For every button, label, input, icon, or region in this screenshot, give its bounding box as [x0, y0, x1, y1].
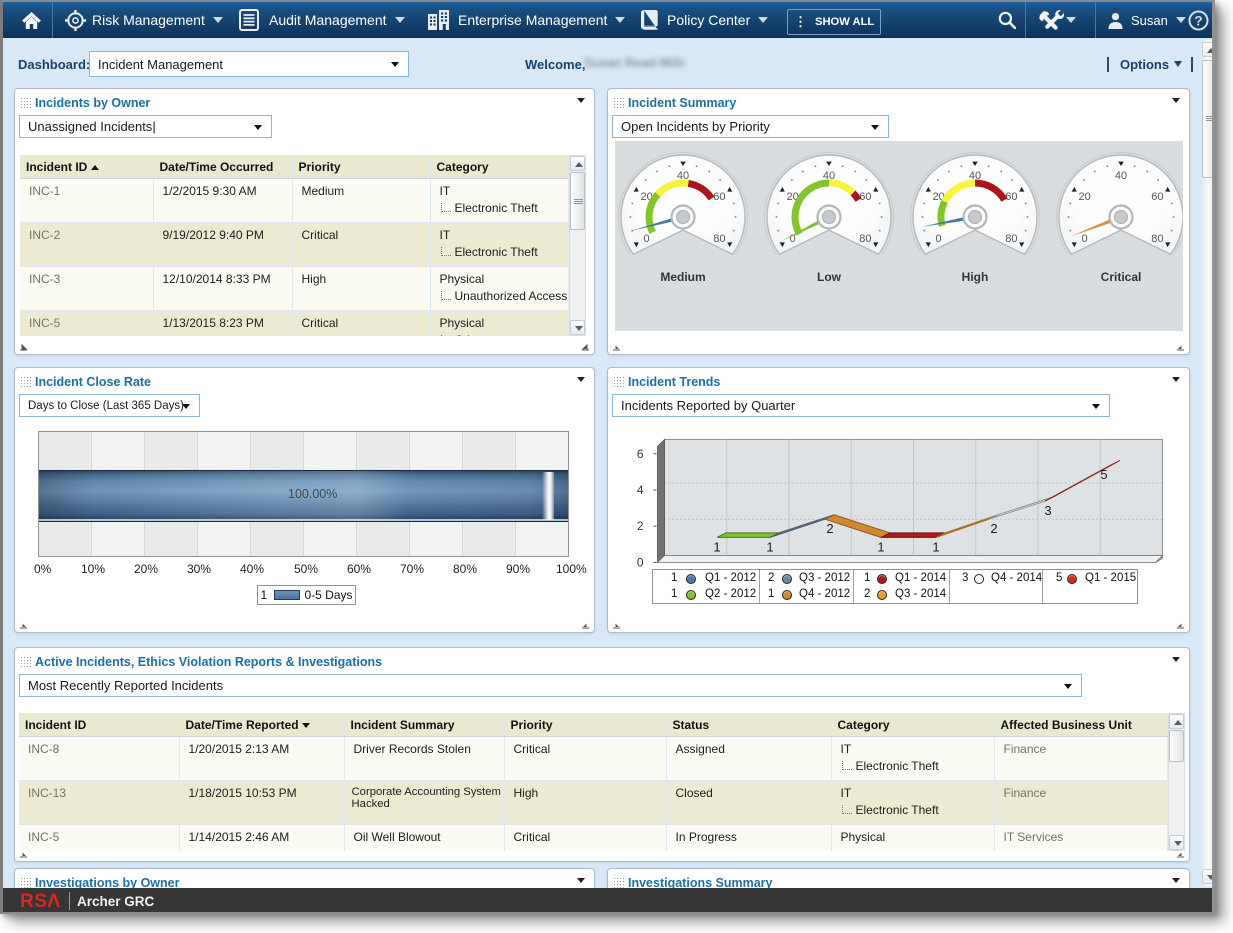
svg-text:6: 6	[637, 447, 644, 461]
svg-text:60: 60	[1151, 191, 1163, 203]
svg-text:20: 20	[1078, 191, 1090, 203]
svg-text:1: 1	[766, 539, 773, 554]
svg-text:1: 1	[877, 539, 884, 554]
svg-text:0: 0	[637, 556, 644, 570]
svg-text:0: 0	[936, 233, 942, 245]
svg-text:60: 60	[1005, 191, 1017, 203]
svg-text:2: 2	[990, 521, 997, 536]
svg-text:80: 80	[859, 233, 871, 245]
svg-text:1: 1	[932, 539, 939, 554]
svg-text:2: 2	[826, 521, 833, 536]
svg-text:80: 80	[1005, 233, 1017, 245]
svg-text:?: ?	[1194, 13, 1202, 28]
svg-text:60: 60	[859, 191, 871, 203]
svg-text:1: 1	[713, 539, 720, 554]
svg-text:80: 80	[713, 233, 725, 245]
svg-text:40: 40	[1115, 170, 1127, 182]
svg-text:80: 80	[1151, 233, 1163, 245]
svg-text:5: 5	[1100, 467, 1107, 482]
svg-text:4: 4	[637, 483, 644, 497]
svg-text:60: 60	[713, 191, 725, 203]
svg-text:3: 3	[1044, 503, 1051, 518]
svg-text:0: 0	[1082, 233, 1088, 245]
svg-text:0: 0	[644, 233, 650, 245]
svg-text:2: 2	[637, 519, 644, 533]
